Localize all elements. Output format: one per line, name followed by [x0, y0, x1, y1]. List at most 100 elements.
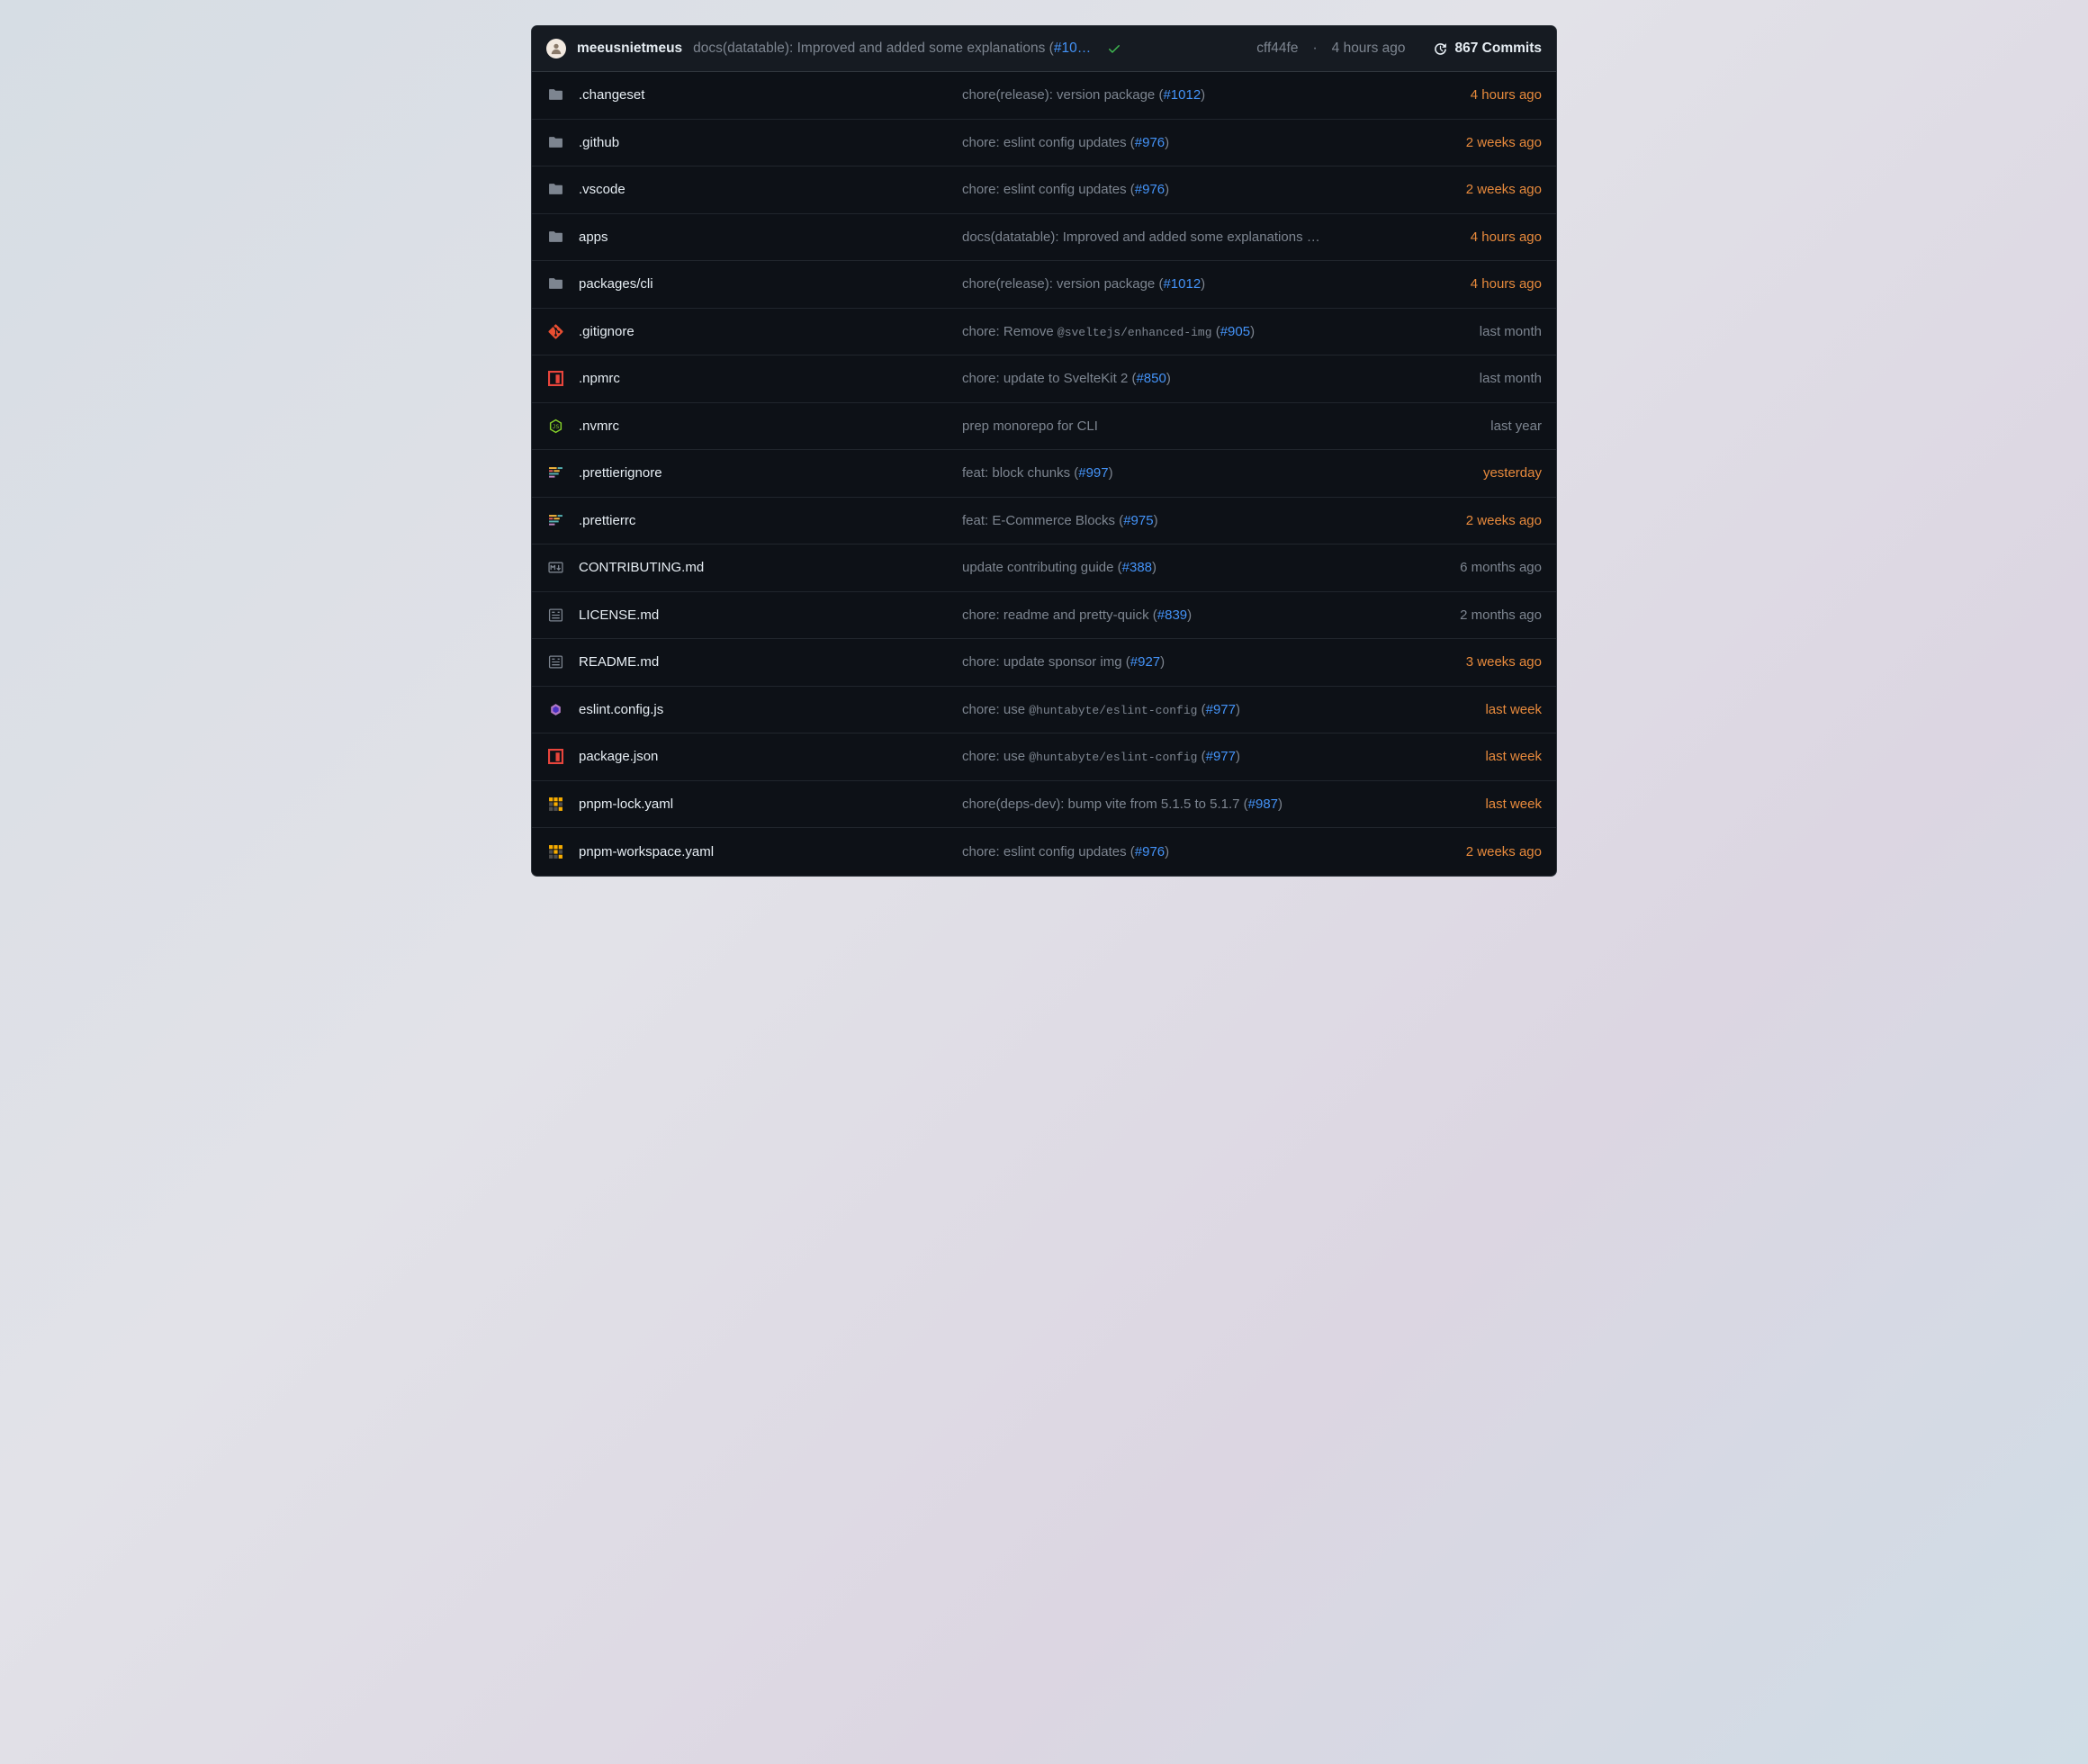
file-browser: meeusnietmeus docs(datatable): Improved … [531, 25, 1557, 877]
commit-message[interactable]: chore: use @huntabyte/eslint-config (#97… [962, 749, 1471, 764]
file-name[interactable]: eslint.config.js [579, 702, 948, 717]
folder-icon [546, 276, 564, 292]
commit-message[interactable]: chore: eslint config updates (#976) [962, 135, 1452, 150]
file-name[interactable]: README.md [579, 654, 948, 670]
file-row[interactable]: JS.nvmrcprep monorepo for CLIlast year [532, 403, 1556, 451]
file-row[interactable]: package.json chore: use @huntabyte/eslint… [532, 734, 1556, 781]
file-name[interactable]: apps [579, 230, 948, 245]
file-row[interactable]: CONTRIBUTING.md update contributing guide… [532, 544, 1556, 592]
commit-message[interactable]: docs(datatable): Improved and added some… [962, 230, 1456, 245]
author-name[interactable]: meeusnietmeus [577, 40, 682, 57]
commit-message[interactable]: update contributing guide (#388) [962, 560, 1445, 575]
avatar-icon [550, 42, 562, 55]
commit-message[interactable]: feat: block chunks (#997) [962, 465, 1469, 481]
file-name[interactable]: .vscode [579, 182, 948, 197]
pr-link[interactable]: #975 [1123, 513, 1153, 528]
pr-link[interactable]: #976 [1135, 844, 1165, 860]
commit-message[interactable]: prep monorepo for CLI [962, 418, 1476, 434]
file-row[interactable]: .prettierrc feat: E-Commerce Blocks (#975… [532, 498, 1556, 545]
npm-icon [546, 371, 564, 386]
file-name[interactable]: .npmrc [579, 371, 948, 386]
pr-link[interactable]: #977 [1206, 702, 1236, 717]
file-row[interactable]: pnpm-lock.yaml chore(deps-dev): bump vite… [532, 781, 1556, 829]
commit-message[interactable]: chore: eslint config updates (#976) [962, 844, 1452, 860]
file-name[interactable]: .nvmrc [579, 418, 948, 434]
file-time: last week [1485, 749, 1542, 764]
file-time: 4 hours ago [1471, 276, 1542, 292]
file-row[interactable]: .gitignore chore: Remove @sveltejs/enhanc… [532, 309, 1556, 356]
file-time: 4 hours ago [1471, 230, 1542, 245]
file-time: last week [1485, 796, 1542, 812]
file-time: 3 weeks ago [1466, 654, 1542, 670]
npm-icon [546, 749, 564, 764]
pr-link[interactable]: #997 [1078, 465, 1108, 481]
commit-message[interactable]: chore: use @huntabyte/eslint-config (#97… [962, 702, 1471, 717]
folder-icon [546, 230, 564, 245]
folder-icon [546, 182, 564, 197]
file-row[interactable]: eslint.config.js chore: use @huntabyte/es… [532, 687, 1556, 734]
pr-link[interactable]: #388 [1122, 560, 1152, 575]
svg-text:JS: JS [552, 423, 559, 430]
file-name[interactable]: pnpm-lock.yaml [579, 796, 948, 812]
commits-link[interactable]: 867 Commits [1433, 40, 1542, 57]
pr-link[interactable]: #927 [1130, 654, 1160, 670]
commit-time[interactable]: 4 hours ago [1332, 40, 1406, 57]
file-row[interactable]: .npmrc chore: update to SvelteKit 2 (#850… [532, 356, 1556, 403]
file-name[interactable]: packages/cli [579, 276, 948, 292]
file-list: .changeset chore(release): version packag… [532, 72, 1556, 876]
file-row[interactable]: apps docs(datatable): Improved and added … [532, 214, 1556, 262]
commit-message[interactable]: chore: readme and pretty-quick (#839) [962, 608, 1445, 623]
license-icon [546, 654, 564, 670]
file-name[interactable]: .prettierrc [579, 513, 948, 528]
commit-message[interactable]: chore(deps-dev): bump vite from 5.1.5 to… [962, 796, 1471, 812]
file-name[interactable]: LICENSE.md [579, 608, 948, 623]
file-name[interactable]: pnpm-workspace.yaml [579, 844, 948, 860]
file-row[interactable]: .github chore: eslint config updates (#97… [532, 120, 1556, 167]
pr-link[interactable]: #987 [1248, 796, 1278, 812]
file-name[interactable]: .prettierignore [579, 465, 948, 481]
file-time: 2 weeks ago [1466, 182, 1542, 197]
file-name[interactable]: .changeset [579, 87, 948, 103]
folder-icon [546, 87, 564, 103]
file-row[interactable]: README.md chore: update sponsor img (#927… [532, 639, 1556, 687]
commit-message[interactable]: chore(release): version package (#1012) [962, 276, 1456, 292]
file-row[interactable]: LICENSE.md chore: readme and pretty-quick… [532, 592, 1556, 640]
prettier-icon [546, 465, 564, 481]
commit-message[interactable]: chore: eslint config updates (#976) [962, 182, 1452, 197]
commit-message[interactable]: feat: E-Commerce Blocks (#975) [962, 513, 1452, 528]
author-avatar[interactable] [546, 39, 566, 58]
pnpm-icon [546, 796, 564, 812]
file-time: 2 weeks ago [1466, 135, 1542, 150]
commit-sha[interactable]: cff44fe [1256, 40, 1298, 57]
pr-link[interactable]: #1012 [1163, 87, 1201, 103]
file-name[interactable]: package.json [579, 749, 948, 764]
file-row[interactable]: pnpm-workspace.yaml chore: eslint config … [532, 828, 1556, 876]
file-time: 2 weeks ago [1466, 513, 1542, 528]
file-row[interactable]: .prettierignore feat: block chunks (#997)… [532, 450, 1556, 498]
pr-link[interactable]: #977 [1206, 749, 1236, 764]
pr-link[interactable]: #976 [1135, 182, 1165, 197]
file-row[interactable]: packages/cli chore(release): version pack… [532, 261, 1556, 309]
commit-message[interactable]: chore: Remove @sveltejs/enhanced-img (#9… [962, 324, 1465, 339]
pr-link[interactable]: #850 [1136, 371, 1166, 386]
file-time: 4 hours ago [1471, 87, 1542, 103]
prettier-icon [546, 513, 564, 528]
file-name[interactable]: .gitignore [579, 324, 948, 339]
commit-message[interactable]: chore(release): version package (#1012) [962, 87, 1456, 103]
file-row[interactable]: .changeset chore(release): version packag… [532, 72, 1556, 120]
commit-message[interactable]: chore: update to SvelteKit 2 (#850) [962, 371, 1465, 386]
file-time: last week [1485, 702, 1542, 717]
file-row[interactable]: .vscode chore: eslint config updates (#97… [532, 166, 1556, 214]
file-time: 6 months ago [1460, 560, 1542, 575]
pr-link[interactable]: #839 [1157, 608, 1187, 623]
commit-message[interactable]: chore: update sponsor img (#927) [962, 654, 1452, 670]
file-name[interactable]: CONTRIBUTING.md [579, 560, 948, 575]
pr-link[interactable]: #1012 [1163, 276, 1201, 292]
latest-commit-header: meeusnietmeus docs(datatable): Improved … [532, 26, 1556, 72]
pr-link[interactable]: #905 [1220, 324, 1250, 339]
status-check-icon[interactable] [1102, 41, 1127, 56]
commit-message[interactable]: docs(datatable): Improved and added some… [693, 40, 1091, 57]
file-name[interactable]: .github [579, 135, 948, 150]
history-icon [1433, 41, 1448, 57]
pr-link[interactable]: #976 [1135, 135, 1165, 150]
